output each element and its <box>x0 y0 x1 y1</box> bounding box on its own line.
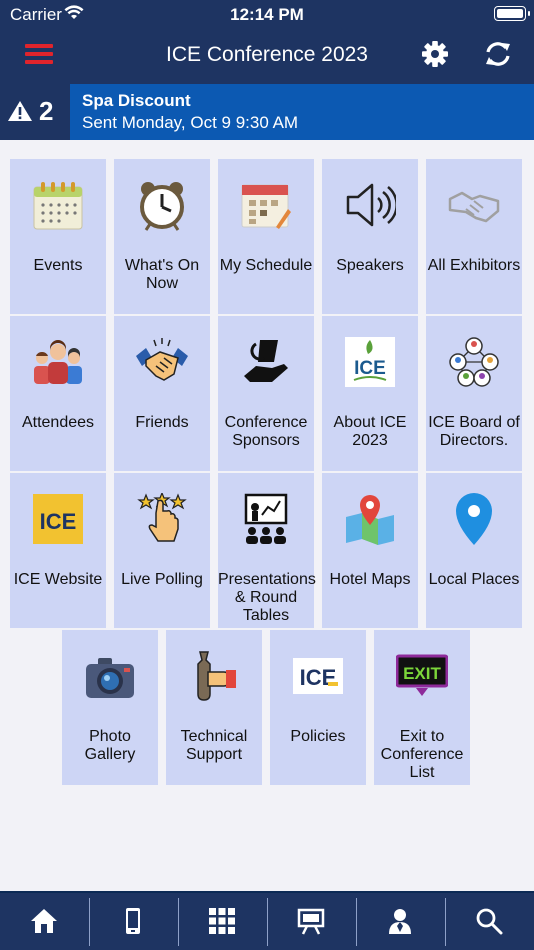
ice-website-logo-icon: ICE <box>33 494 83 544</box>
tile-label: About ICE 2023 <box>333 414 407 449</box>
tile-label: Speakers <box>336 257 404 274</box>
tile-label: Technical Support <box>180 728 248 763</box>
sponsor-hand-icon <box>244 340 288 382</box>
tile-label: Events <box>33 257 83 274</box>
handshake-icon <box>136 338 188 381</box>
tile-label: Photo Gallery <box>84 728 136 763</box>
tile-hotel-maps[interactable]: Hotel Maps <box>322 473 418 628</box>
tile-label: Local Places <box>428 571 520 588</box>
alert-count-box: 2 <box>0 84 70 140</box>
presentation-icon <box>244 493 288 544</box>
tile-label: Friends <box>135 414 189 431</box>
tile-conference-sponsors[interactable]: Conference Sponsors <box>218 316 314 471</box>
tile-attendees[interactable]: Attendees <box>10 316 106 471</box>
phone-icon <box>126 908 140 934</box>
tile-policies[interactable]: ICE Policies <box>270 630 366 785</box>
ice-logo-text: ICE <box>354 358 386 379</box>
network-people-icon <box>449 337 499 387</box>
alarm-clock-icon <box>140 182 184 231</box>
tile-local-places[interactable]: Local Places <box>426 473 522 628</box>
tile-label: Policies <box>290 728 346 745</box>
tile-whats-on-now[interactable]: What's On Now <box>114 159 210 314</box>
schedule-calendar-icon <box>241 184 291 229</box>
tile-photo-gallery[interactable]: Photo Gallery <box>62 630 158 785</box>
calendar-icon <box>33 182 83 230</box>
grid-icon <box>209 908 235 934</box>
tile-my-schedule[interactable]: My Schedule <box>218 159 314 314</box>
battery-icon <box>494 6 530 21</box>
refresh-icon[interactable] <box>483 39 513 69</box>
tile-events[interactable]: Events <box>10 159 106 314</box>
tile-label: Presentations & Round Tables <box>218 571 316 624</box>
tile-live-polling[interactable]: Live Polling <box>114 473 210 628</box>
star-hand-icon <box>137 493 187 542</box>
tile-about-ice[interactable]: ICE About ICE 2023 <box>322 316 418 471</box>
tile-speakers[interactable]: Speakers <box>322 159 418 314</box>
alert-title: Spa Discount <box>82 91 191 110</box>
tab-presentation[interactable] <box>267 893 356 950</box>
tile-technical-support[interactable]: Technical Support <box>166 630 262 785</box>
tab-search[interactable] <box>445 893 534 950</box>
tile-all-exhibitors[interactable]: All Exhibitors <box>426 159 522 314</box>
tile-exit[interactable]: EXIT Exit to Conference List <box>374 630 470 785</box>
home-icon <box>31 909 57 933</box>
status-bar: Carrier 12:14 PM <box>0 0 534 30</box>
page-title: ICE Conference 2023 <box>166 43 368 66</box>
gear-icon[interactable] <box>420 39 450 69</box>
tab-home[interactable] <box>0 893 89 950</box>
ice-website-logo-text: ICE <box>40 509 77 534</box>
tile-presentations[interactable]: Presentations & Round Tables <box>218 473 316 628</box>
speaker-icon <box>346 183 396 227</box>
tile-label: ICE Board of Directors. <box>428 414 520 449</box>
bottom-tab-bar <box>0 891 534 950</box>
notification-banner[interactable]: 2 Spa Discount Sent Monday, Oct 9 9:30 A… <box>0 84 534 140</box>
location-pin-icon <box>456 493 492 545</box>
easel-icon <box>297 908 325 935</box>
search-icon <box>476 908 503 935</box>
ice-logo-icon: ICE <box>345 337 395 387</box>
alert-subtitle: Sent Monday, Oct 9 9:30 AM <box>82 113 299 132</box>
tile-label: What's On Now <box>124 257 200 292</box>
tile-ice-website[interactable]: ICE ICE Website <box>10 473 106 628</box>
exit-sign-icon: EXIT <box>396 654 448 696</box>
tab-grid[interactable] <box>178 893 267 950</box>
person-icon <box>389 909 411 934</box>
tab-profile[interactable] <box>356 893 445 950</box>
tile-label: Conference Sponsors <box>224 414 308 449</box>
tile-label: Hotel Maps <box>329 571 411 588</box>
tile-label: Live Polling <box>121 571 203 588</box>
tile-label: ICE Website <box>13 571 103 588</box>
wrench-hand-icon <box>197 651 236 701</box>
tab-mobile[interactable] <box>89 893 178 950</box>
tile-label: My Schedule <box>219 257 313 274</box>
tile-label: Attendees <box>21 414 95 431</box>
ice-policies-logo-text: ICE <box>300 665 337 690</box>
handshake-outline-icon <box>448 191 500 223</box>
camera-icon <box>86 658 134 698</box>
exit-sign-text: EXIT <box>403 664 441 683</box>
tile-ice-board[interactable]: ICE Board of Directors. <box>426 316 522 471</box>
tile-label: All Exhibitors <box>427 257 521 274</box>
clock: 12:14 PM <box>230 5 304 24</box>
tile-friends[interactable]: Friends <box>114 316 210 471</box>
map-pin-icon <box>346 495 394 545</box>
people-group-icon <box>34 340 82 384</box>
nav-bar: ICE Conference 2023 <box>0 30 534 84</box>
tile-label: Exit to Conference List <box>380 728 464 781</box>
ice-policies-logo-icon: ICE <box>293 658 343 694</box>
warning-icon <box>8 101 32 121</box>
alert-count: 2 <box>39 96 54 126</box>
